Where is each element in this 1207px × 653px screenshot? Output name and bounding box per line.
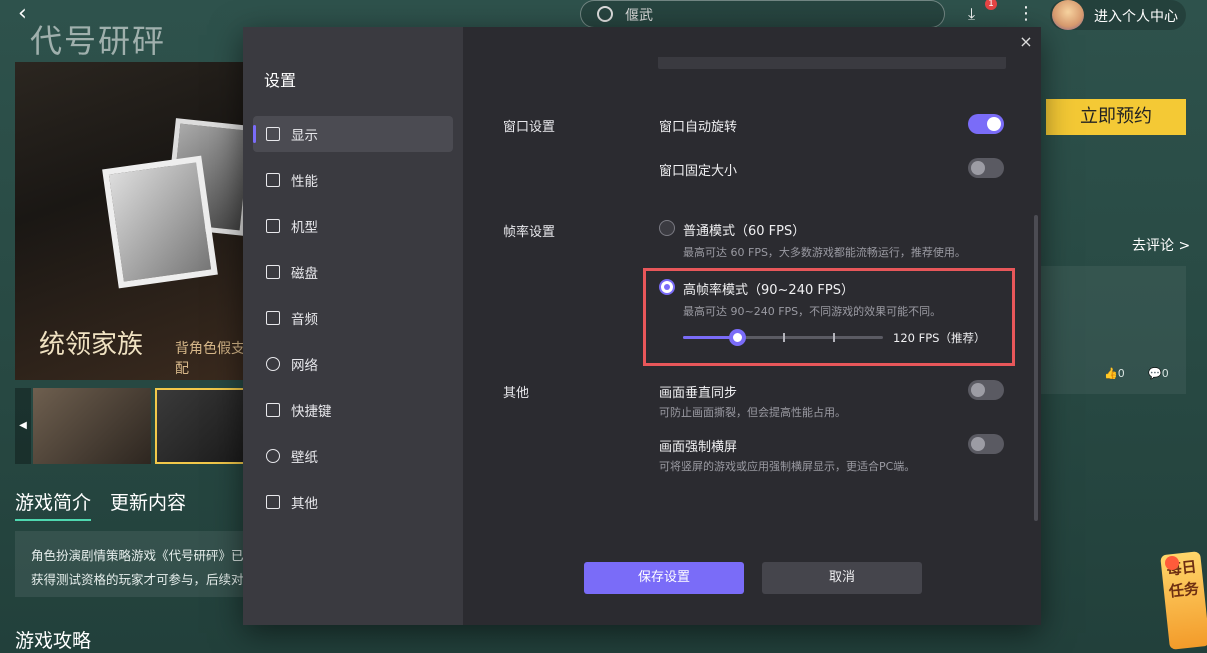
cancel-button[interactable]: 取消	[762, 562, 922, 594]
globe-icon	[266, 357, 280, 371]
vsync-desc: 可防止画面撕裂，但会提高性能占用。	[659, 406, 846, 419]
game-logo: 代号研砰	[30, 22, 167, 60]
vsync-label: 画面垂直同步	[659, 386, 738, 401]
device-icon	[266, 219, 280, 233]
back-button[interactable]: ‹	[18, 2, 27, 26]
fixed-size-label: 窗口固定大小	[659, 164, 738, 179]
palette-icon	[266, 449, 280, 463]
normal-mode-label[interactable]: 普通模式（60 FPS）	[683, 220, 805, 239]
toggle-knob	[971, 383, 985, 397]
download-badge: 1	[985, 0, 997, 10]
section-label-window: 窗口设置	[503, 120, 556, 135]
sidebar-item-label: 音频	[291, 312, 318, 328]
vsync-toggle[interactable]	[968, 380, 1004, 400]
disk-icon	[266, 265, 280, 279]
banner-subtitle: 背角色假支配	[175, 341, 245, 377]
daily-task-dot	[1165, 556, 1179, 570]
thumbnail-strip: ◀	[15, 388, 273, 464]
top-bar: ‹ 偃武 ⤓ 1 ⋮ 进入个人中心	[0, 0, 1207, 30]
user-center-label: 进入个人中心	[1094, 9, 1178, 25]
game-banner[interactable]: 统领家族 背角色假支配	[15, 62, 245, 380]
tab-updates[interactable]: 更新内容	[110, 488, 186, 515]
sidebar-item-label: 壁纸	[291, 450, 318, 466]
sidebar-item-label: 快捷键	[291, 404, 332, 420]
description-line: 角色扮演剧情策略游戏《代号研砰》已	[31, 548, 244, 563]
section-label-other: 其他	[503, 386, 530, 401]
sidebar-item-device[interactable]: 机型	[253, 208, 453, 244]
sidebar-item-network[interactable]: 网络	[253, 346, 453, 382]
fixed-size-toggle[interactable]	[968, 158, 1004, 178]
force-landscape-desc: 可将竖屏的游戏或应用强制横屏显示，更适合PC端。	[659, 460, 916, 473]
sidebar-item-wallpaper[interactable]: 壁纸	[253, 438, 453, 474]
sidebar-item-label: 性能	[291, 174, 318, 190]
reply-count[interactable]: 💬0	[1148, 367, 1169, 380]
like-count-value: 0	[1117, 367, 1125, 380]
comment-link[interactable]: 去评论 >	[1132, 235, 1190, 255]
normal-mode-desc: 最高可达 60 FPS，大多数游戏都能流畅运行，推荐使用。	[683, 246, 966, 259]
sidebar-item-label: 显示	[291, 128, 318, 144]
sidebar-item-performance[interactable]: 性能	[253, 162, 453, 198]
highlight-box	[643, 268, 1015, 366]
description-box: 角色扮演剧情策略游戏《代号研砰》已 获得测试资格的玩家才可参与，后续对	[15, 531, 245, 597]
tab-intro[interactable]: 游戏简介	[15, 488, 92, 521]
like-count[interactable]: 👍0	[1104, 367, 1125, 380]
normal-mode-radio[interactable]	[659, 220, 675, 236]
force-landscape-label: 画面强制横屏	[659, 440, 738, 455]
section-label-framerate: 帧率设置	[503, 225, 556, 240]
force-landscape-toggle[interactable]	[968, 434, 1004, 454]
toggle-knob	[971, 161, 985, 175]
thumbnail[interactable]	[33, 388, 151, 464]
more-menu-icon[interactable]: ⋮	[1017, 3, 1035, 24]
sidebar-item-audio[interactable]: 音频	[253, 300, 453, 336]
sidebar-item-label: 机型	[291, 220, 318, 236]
content-scrollbar[interactable]	[1034, 215, 1038, 521]
grid-icon	[266, 495, 280, 509]
avatar	[1052, 0, 1084, 30]
toggle-knob	[987, 117, 1001, 131]
banner-title: 统领家族	[39, 330, 144, 360]
search-text: 偃武	[625, 8, 653, 24]
scrolled-section-edge	[658, 57, 1006, 69]
description-line: 获得测试资格的玩家才可参与，后续对	[31, 572, 244, 587]
sidebar-item-other[interactable]: 其他	[253, 484, 453, 520]
sidebar-item-label: 其他	[291, 496, 318, 512]
settings-title: 设置	[264, 71, 297, 90]
monitor-icon	[266, 127, 280, 141]
save-settings-button[interactable]: 保存设置	[584, 562, 744, 594]
search-icon	[597, 6, 613, 22]
auto-rotate-toggle[interactable]	[968, 114, 1004, 134]
gamepad-audio-icon	[266, 311, 280, 325]
sidebar-item-hotkeys[interactable]: 快捷键	[253, 392, 453, 428]
banner-photo	[102, 155, 218, 289]
sidebar-item-disk[interactable]: 磁盘	[253, 254, 453, 290]
sidebar-item-label: 磁盘	[291, 266, 318, 282]
settings-dialog: 设置 显示 性能 机型 磁盘 音频 网络 快捷键 壁纸 其他 × 窗口设置 窗口…	[243, 27, 1041, 625]
download-icon[interactable]: ⤓	[968, 4, 986, 23]
user-center-button[interactable]: 进入个人中心	[1050, 0, 1186, 30]
preorder-button[interactable]: 立即预约	[1046, 99, 1186, 135]
settings-sidebar: 设置 显示 性能 机型 磁盘 音频 网络 快捷键 壁纸 其他	[243, 27, 463, 625]
performance-icon	[266, 173, 280, 187]
reply-count-value: 0	[1161, 367, 1169, 380]
keyboard-icon	[266, 403, 280, 417]
sidebar-item-label: 网络	[291, 358, 318, 374]
search-input[interactable]: 偃武	[580, 0, 945, 28]
thumb-prev-icon[interactable]: ◀	[15, 388, 31, 464]
guide-title: 游戏攻略	[15, 630, 92, 652]
toggle-knob	[971, 437, 985, 451]
auto-rotate-label: 窗口自动旋转	[659, 120, 738, 135]
sidebar-item-display[interactable]: 显示	[253, 116, 453, 152]
